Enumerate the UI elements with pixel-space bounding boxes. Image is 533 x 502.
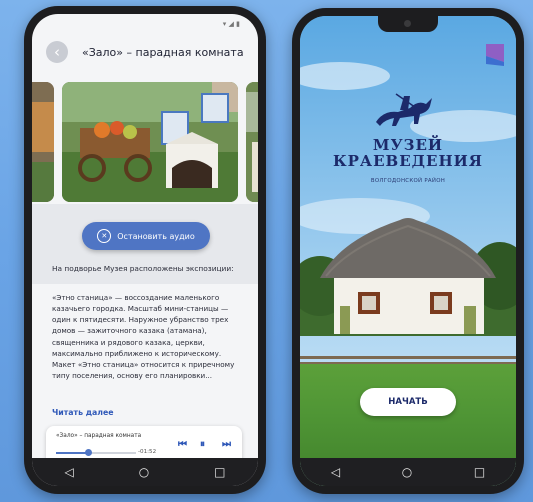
chevron-left-icon: ‹ xyxy=(54,42,60,61)
carousel-photo-prev[interactable] xyxy=(32,82,54,202)
intro-text: На подворье Музея расположены экспозиции… xyxy=(52,264,234,273)
nav-back-icon[interactable]: ◁ xyxy=(331,465,340,479)
photo-carousel[interactable] xyxy=(32,82,258,204)
player-progress-bar[interactable] xyxy=(56,449,136,456)
stop-audio-button[interactable]: ✕ Остановить аудио xyxy=(82,222,210,250)
system-nav-bar-right: ◁ ○ □ xyxy=(300,458,516,486)
right-phone: МУЗЕЙ КРАЕВЕДЕНИЯ ВОЛГОДОНСКОЙ РАЙОН НАЧ… xyxy=(292,8,524,494)
left-phone: ▾ ◢ ▮ ‹ «Зало» – парадная комната ✕ Оста… xyxy=(24,6,266,494)
skip-back-icon[interactable]: ⏮ xyxy=(178,439,187,450)
skip-forward-icon[interactable]: ⏭ xyxy=(222,439,231,450)
player-track-title: «Зало» – парадная комната xyxy=(56,433,142,439)
nav-home-icon[interactable]: ○ xyxy=(139,465,149,479)
museum-title-line2: КРАЕВЕДЕНИЯ xyxy=(332,151,484,170)
read-more-link[interactable]: Читать далее xyxy=(52,408,114,417)
nav-back-icon[interactable]: ◁ xyxy=(64,465,73,479)
start-button[interactable]: НАЧАТЬ xyxy=(360,388,456,416)
page-title: «Зало» – парадная комната xyxy=(82,45,244,59)
brand-logo-icon xyxy=(486,44,504,66)
carousel-photo-current[interactable] xyxy=(62,82,238,202)
stop-audio-label: Остановить аудио xyxy=(117,231,195,241)
player-progress-handle[interactable] xyxy=(85,449,92,456)
nav-home-icon[interactable]: ○ xyxy=(402,465,412,479)
top-bar: ‹ «Зало» – парадная комната xyxy=(32,32,258,72)
splash-screen: МУЗЕЙ КРАЕВЕДЕНИЯ ВОЛГОДОНСКОЙ РАЙОН НАЧ… xyxy=(300,16,516,486)
player-progress-fill xyxy=(56,452,88,454)
nav-recents-icon[interactable]: □ xyxy=(474,465,485,479)
description-text: «Этно станица» — воссоздание маленького … xyxy=(52,293,235,381)
back-button[interactable]: ‹ xyxy=(46,41,68,63)
close-icon: ✕ xyxy=(97,229,112,243)
system-nav-bar: ◁ ○ □ xyxy=(32,458,258,486)
pause-icon[interactable]: ⏸ xyxy=(200,439,205,450)
player-time-remaining: -01:52 xyxy=(138,449,157,455)
nav-recents-icon[interactable]: □ xyxy=(214,465,225,479)
exhibit-screen: ▾ ◢ ▮ ‹ «Зало» – парадная комната ✕ Оста… xyxy=(32,14,258,486)
status-icons: ▾ ◢ ▮ xyxy=(222,20,240,28)
museum-subtitle: ВОЛГОДОНСКОЙ РАЙОН xyxy=(370,178,446,184)
museum-title: МУЗЕЙ КРАЕВЕДЕНИЯ xyxy=(300,137,516,170)
camera-notch xyxy=(378,16,438,32)
carousel-photo-next[interactable] xyxy=(246,82,258,202)
camera-icon xyxy=(404,20,411,27)
horse-rider-emblem-icon xyxy=(376,93,432,126)
